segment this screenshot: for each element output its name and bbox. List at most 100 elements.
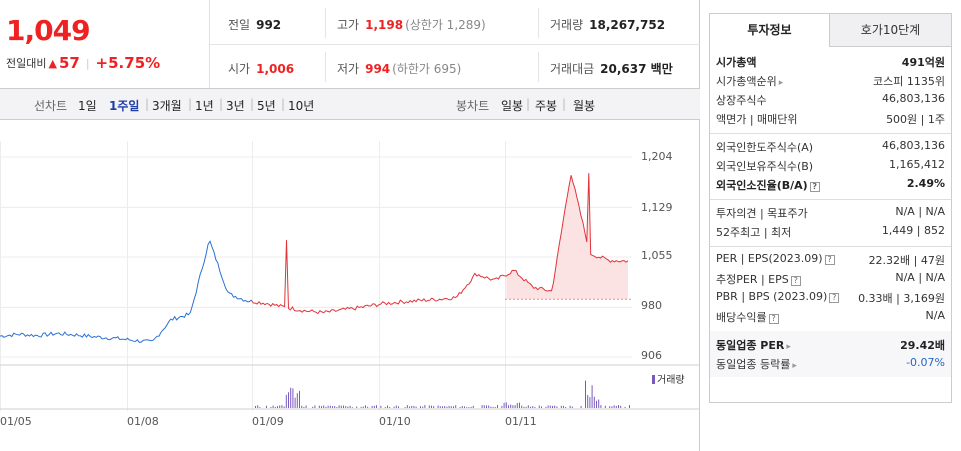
tab-3m[interactable]: 3개월 (152, 97, 182, 114)
info-value: 500원 | 1주 (886, 113, 945, 126)
volume-bar (549, 405, 551, 408)
tab-1y[interactable]: 1년 (195, 97, 214, 114)
help-icon[interactable]: ? (824, 255, 835, 265)
volume-bar (347, 406, 349, 408)
volume-bar (283, 406, 285, 408)
volume-bar (624, 406, 626, 408)
info-row: 상장주식수 46,803,136 (716, 92, 945, 108)
volume-bar (470, 406, 472, 408)
info-row[interactable]: 시가총액순위 ▸ 코스피 1135위 (716, 73, 945, 89)
info-row: PER | EPS(2023.09)? 22.32배 | 47원 (716, 252, 945, 268)
volume-bar (413, 405, 415, 408)
volume-bar (424, 405, 426, 408)
tab-investment-info[interactable]: 투자정보 (710, 14, 830, 47)
volume-bar (525, 406, 527, 408)
volume-bar (332, 406, 333, 408)
volume-bar (285, 394, 287, 408)
help-icon[interactable]: ? (768, 314, 779, 324)
stat-high: 고가 1,198 (상한가 1,289) (337, 18, 486, 32)
tab-10y[interactable]: 10년 (288, 97, 314, 114)
volume-bar (615, 405, 617, 408)
y-tick: 1,204 (641, 150, 673, 163)
info-value: 0.33배 | 3,169원 (858, 292, 945, 305)
help-icon[interactable]: ? (809, 182, 820, 192)
tab-5y[interactable]: 5년 (257, 97, 276, 114)
help-icon[interactable]: ? (790, 276, 801, 286)
volume-bar (266, 405, 267, 408)
tab-order-book[interactable]: 호가10단계 (830, 14, 951, 47)
stats-col-divider (538, 8, 539, 38)
volume-bar (488, 405, 490, 408)
volume-bar (604, 405, 606, 408)
volume-bar (532, 406, 534, 408)
info-row[interactable]: 동일업종 PER ▸ 29.42배 (716, 337, 945, 353)
investment-info-panel: 투자정보 호가10단계 시가총액 491억원시가총액순위 ▸ 코스피 1135위상장주… (709, 13, 952, 403)
section-divider (710, 246, 951, 247)
volume-bar (255, 406, 256, 408)
volume-bar (334, 405, 336, 408)
info-key: PER | EPS(2023.09)? (716, 252, 835, 265)
volume-bar (505, 402, 507, 408)
volume-bar (270, 407, 272, 408)
volume-bar (453, 406, 454, 408)
stat-prev: 전일 992 (228, 18, 282, 32)
volume-bar (508, 405, 509, 408)
volume-bar (585, 380, 586, 408)
volume-bar (292, 388, 294, 408)
info-value: 29.42배 (900, 339, 945, 352)
info-key: PBR | BPS (2023.09)? (716, 290, 840, 303)
volume-bar (420, 406, 421, 408)
volume-bar (483, 405, 485, 408)
up-triangle-icon: ▲ (48, 56, 57, 70)
volume-bar (494, 407, 496, 408)
stats-col-divider (325, 52, 326, 82)
stat-open: 시가 1,006 (228, 62, 295, 76)
x-tick: 01/10 (379, 415, 411, 428)
current-price: 1,049 (6, 14, 91, 47)
volume-bar (464, 406, 465, 408)
tab-weekly[interactable]: 주봉 (535, 97, 557, 114)
volume-bar (345, 406, 347, 408)
line-chart-label: 선차트 (34, 99, 68, 113)
change-percent: +5.75% (95, 54, 161, 72)
volume-bar (312, 406, 314, 408)
volume-bar (571, 406, 573, 408)
volume-bar (611, 406, 613, 408)
info-key: 외국인보유주식수(B) (716, 160, 814, 173)
volume-bar (325, 406, 327, 408)
tab-3y[interactable]: 3년 (226, 97, 245, 114)
info-key: 52주최고 | 최저 (716, 226, 792, 239)
volume-bar (569, 405, 571, 408)
info-row[interactable]: 동일업종 등락률 ▸ -0.07% (716, 356, 945, 372)
change-separator: | (85, 56, 90, 70)
volume-bar (259, 407, 261, 408)
help-icon[interactable]: ? (829, 293, 840, 303)
info-value: 46,803,136 (882, 139, 945, 152)
volume-bar (629, 405, 630, 408)
info-key: 외국인소진율(B/A)? (716, 177, 820, 193)
volume-bar (272, 405, 274, 408)
tab-1w[interactable]: 1주일 (109, 97, 139, 114)
x-tick: 01/08 (127, 415, 159, 428)
volume-bar (620, 405, 622, 408)
tab-1d[interactable]: 1일 (78, 97, 97, 114)
volume-bar (523, 406, 525, 408)
stat-amount: 거래대금 20,637 백만 (550, 62, 673, 76)
price-line-down (0, 240, 252, 343)
chevron-right-icon: ▸ (792, 361, 797, 371)
volume-bar (433, 406, 435, 408)
volume-legend-swatch (652, 375, 655, 384)
volume-bar (538, 405, 540, 408)
info-row: 시가총액 491억원 (716, 54, 945, 70)
volume-bar (294, 397, 296, 408)
volume-bar (492, 406, 494, 408)
tab-monthly[interactable]: 월봉 (573, 97, 595, 114)
volume-bar (609, 406, 611, 408)
volume-bar (365, 405, 366, 408)
volume-bar (431, 405, 432, 408)
volume-bar (376, 405, 377, 408)
tab-daily[interactable]: 일봉 (501, 97, 523, 114)
volume-bar (323, 405, 325, 408)
volume-bar (556, 406, 558, 408)
volume-bar (455, 405, 457, 408)
